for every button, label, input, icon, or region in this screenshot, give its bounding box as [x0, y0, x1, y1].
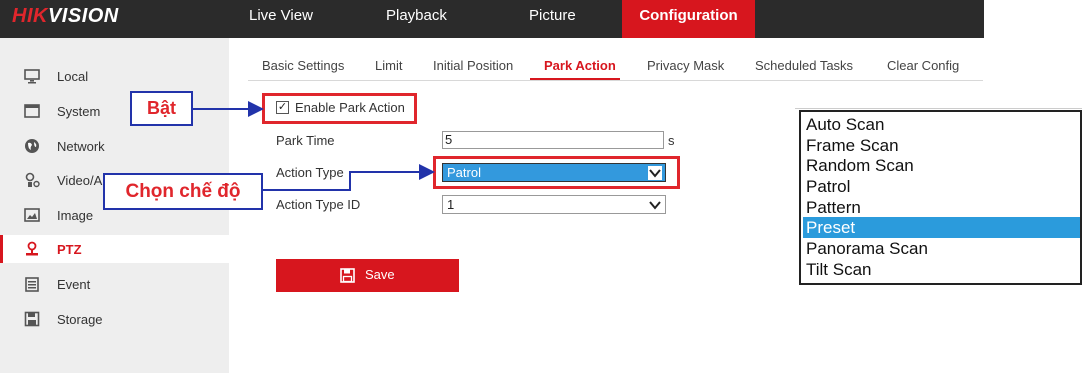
option-pattern[interactable]: Pattern [803, 197, 1080, 218]
option-preset[interactable]: Preset [803, 217, 1080, 238]
option-panorama-scan[interactable]: Panorama Scan [803, 238, 1080, 259]
option-auto-scan[interactable]: Auto Scan [803, 114, 1080, 135]
arrow-to-action-type [263, 164, 435, 191]
option-patrol[interactable]: Patrol [803, 176, 1080, 197]
option-frame-scan[interactable]: Frame Scan [803, 135, 1080, 156]
option-tilt-scan[interactable]: Tilt Scan [803, 259, 1080, 280]
annotation-chon-che-do: Chọn chế độ [103, 173, 263, 210]
action-type-options-list: Auto Scan Frame Scan Random Scan Patrol … [799, 110, 1082, 285]
annotation-bat: Bật [130, 91, 193, 126]
divider-line [795, 108, 1082, 109]
option-random-scan[interactable]: Random Scan [803, 155, 1080, 176]
